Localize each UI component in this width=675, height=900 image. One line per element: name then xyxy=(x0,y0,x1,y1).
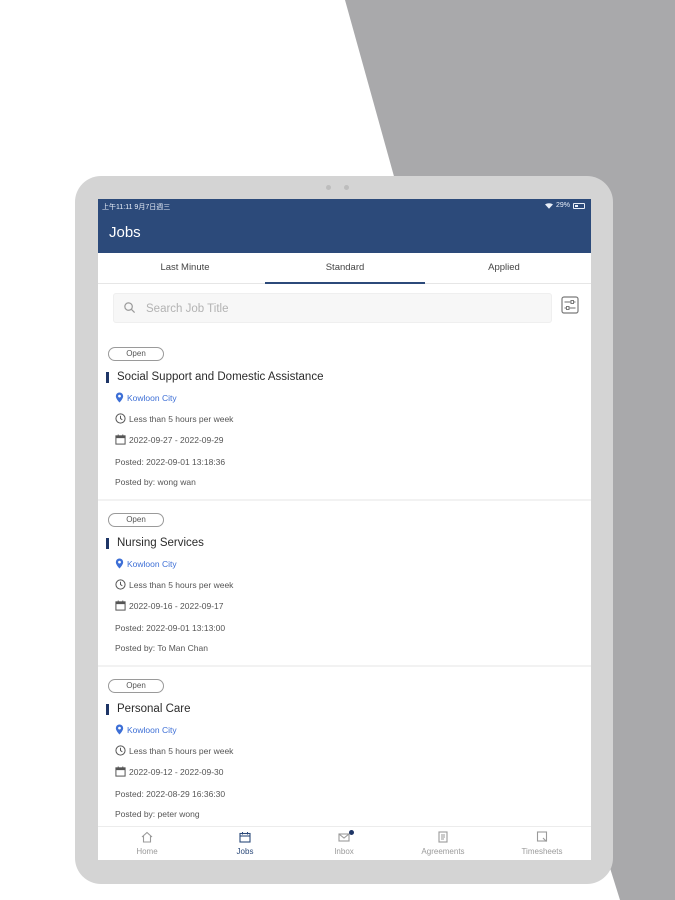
dates-text: 2022-09-16 - 2022-09-17 xyxy=(129,600,224,611)
location-pin-icon xyxy=(115,558,124,569)
app-screen: 上午11:11 9月7日週三 29% Jobs Last Minute Stan… xyxy=(98,199,591,860)
hours-text: Less than 5 hours per week xyxy=(129,579,234,590)
job-card[interactable]: Open Personal Care Kowloon City Less tha… xyxy=(98,667,591,831)
home-icon xyxy=(141,831,153,843)
nav-label: Inbox xyxy=(334,847,354,856)
battery-icon xyxy=(573,202,585,209)
hours-text: Less than 5 hours per week xyxy=(129,745,234,756)
nav-agreements[interactable]: Agreements xyxy=(394,827,492,860)
tab-applied[interactable]: Applied xyxy=(424,253,584,283)
location-pin-icon xyxy=(115,392,124,403)
job-hours: Less than 5 hours per week xyxy=(115,413,233,424)
search-icon xyxy=(124,302,136,314)
location-link[interactable]: Kowloon City xyxy=(127,725,177,735)
location-pin-icon xyxy=(115,724,124,735)
job-dates: 2022-09-27 - 2022-09-29 xyxy=(115,434,224,445)
job-title: Social Support and Domestic Assistance xyxy=(117,371,324,383)
job-title: Personal Care xyxy=(117,703,191,715)
clock-icon xyxy=(115,745,126,756)
title-accent-bar xyxy=(106,372,109,383)
posted-date: Posted: 2022-08-29 16:36:30 xyxy=(115,789,226,799)
calendar-icon xyxy=(115,434,126,445)
clock-icon xyxy=(115,413,126,424)
job-card[interactable]: Open Social Support and Domestic Assista… xyxy=(98,335,591,499)
dates-text: 2022-09-27 - 2022-09-29 xyxy=(129,434,224,445)
title-accent-bar xyxy=(106,538,109,549)
search-input[interactable] xyxy=(144,298,538,320)
nav-jobs[interactable]: Jobs xyxy=(196,827,294,860)
posted-date: Posted: 2022-09-01 13:13:00 xyxy=(115,623,226,633)
status-time: 上午11:11 9月7日週三 xyxy=(102,204,171,211)
job-location: Kowloon City xyxy=(115,558,177,569)
job-hours: Less than 5 hours per week xyxy=(115,579,233,590)
notification-dot xyxy=(349,830,354,835)
agreements-icon xyxy=(438,831,448,843)
job-location: Kowloon City xyxy=(115,724,177,735)
tab-standard[interactable]: Standard xyxy=(265,253,425,284)
page-title: Jobs xyxy=(109,224,141,241)
battery-percent: 29% xyxy=(555,202,570,209)
camera-dot xyxy=(326,185,331,190)
calendar-icon xyxy=(115,766,126,777)
clock-icon xyxy=(115,579,126,590)
nav-inbox[interactable]: Inbox xyxy=(295,827,393,860)
wifi-icon xyxy=(544,202,553,209)
status-badge: Open xyxy=(108,679,164,693)
nav-home[interactable]: Home xyxy=(98,827,196,860)
filter-icon[interactable] xyxy=(561,296,579,314)
hours-text: Less than 5 hours per week xyxy=(129,413,234,424)
status-badge: Open xyxy=(108,513,164,527)
app-bar: 上午11:11 9月7日週三 29% Jobs xyxy=(98,199,591,253)
job-title: Nursing Services xyxy=(117,537,204,549)
nav-label: Agreements xyxy=(421,847,465,856)
tab-last-minute[interactable]: Last Minute xyxy=(105,253,265,283)
posted-date: Posted: 2022-09-01 13:18:36 xyxy=(115,457,226,467)
job-dates: 2022-09-12 - 2022-09-30 xyxy=(115,766,224,777)
job-tabs: Last Minute Standard Applied xyxy=(98,253,591,284)
posted-by: Posted by: peter wong xyxy=(115,809,200,819)
posted-by: Posted by: To Man Chan xyxy=(115,643,208,653)
job-dates: 2022-09-16 - 2022-09-17 xyxy=(115,600,224,611)
nav-timesheets[interactable]: Timesheets xyxy=(493,827,591,860)
sensor-dot xyxy=(344,185,349,190)
location-link[interactable]: Kowloon City xyxy=(127,559,177,569)
job-hours: Less than 5 hours per week xyxy=(115,745,233,756)
job-location: Kowloon City xyxy=(115,392,177,403)
posted-by: Posted by: wong wan xyxy=(115,477,196,487)
title-accent-bar xyxy=(106,704,109,715)
job-card[interactable]: Open Nursing Services Kowloon City Less … xyxy=(98,501,591,665)
location-link[interactable]: Kowloon City xyxy=(127,393,177,403)
search-bar xyxy=(113,293,552,323)
job-list: Open Social Support and Domestic Assista… xyxy=(98,335,591,831)
timesheets-icon xyxy=(536,831,548,842)
nav-label: Jobs xyxy=(236,847,254,856)
jobs-icon xyxy=(239,832,251,843)
dates-text: 2022-09-12 - 2022-09-30 xyxy=(129,766,224,777)
status-badge: Open xyxy=(108,347,164,361)
status-right: 29% xyxy=(544,202,585,209)
nav-label: Home xyxy=(136,847,158,856)
nav-label: Timesheets xyxy=(521,847,563,856)
calendar-icon xyxy=(115,600,126,611)
bottom-nav: Home Jobs Inbox Agreements Timesheets xyxy=(98,826,591,860)
